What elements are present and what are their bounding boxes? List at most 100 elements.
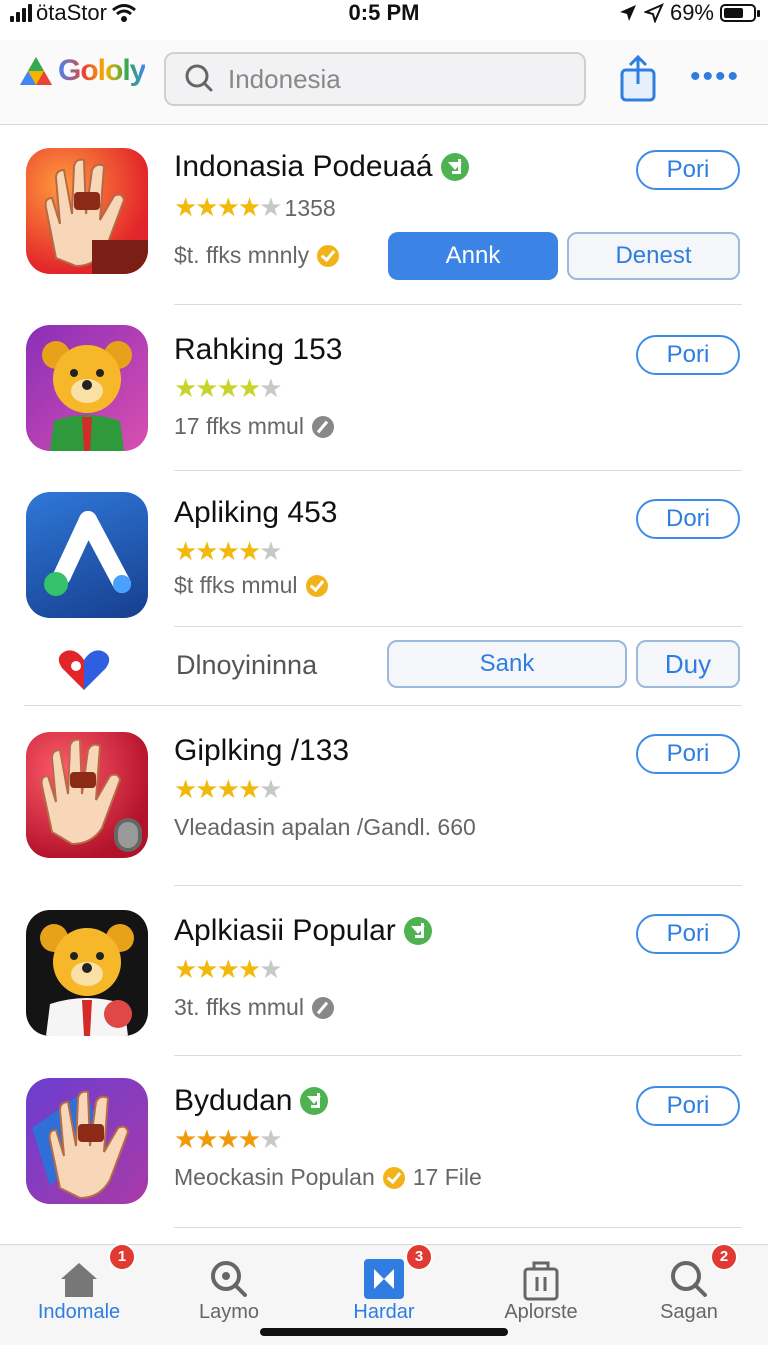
app-title-text: Indonasia Podeuaá (174, 150, 433, 183)
star-empty-icon: ★ (259, 774, 282, 804)
tab-label: Sagan (660, 1301, 718, 1323)
star-empty-icon: ★ (259, 536, 282, 566)
action-primary-button[interactable]: Annk (388, 232, 558, 280)
a-logo-icon (44, 511, 131, 596)
rating-stars: ★★★★★ 1358 (174, 192, 336, 223)
status-bar: ötaStor 0:5 PM 69% (0, 0, 768, 28)
get-button[interactable]: Pori (636, 734, 740, 774)
app-subtitle: Vleadasin apalan /Gandl. 660 (174, 814, 476, 841)
star-empty-icon: ★ (259, 954, 282, 984)
heart-icon (58, 650, 110, 690)
logo-triangle-icon (20, 57, 52, 85)
app-icon-hand-mic (26, 732, 148, 858)
sank-button[interactable]: Sank (387, 640, 627, 688)
divider (174, 885, 742, 886)
get-button[interactable]: Pori (636, 914, 740, 954)
gray-badge-icon (311, 996, 334, 1019)
more-icon[interactable]: •••• (690, 62, 746, 92)
check-badge-icon (317, 244, 340, 267)
app-subtitle: $t ffks mmul (174, 572, 328, 599)
divider (174, 304, 742, 305)
search-icon (211, 1261, 247, 1297)
star-icon: ★★★★ (174, 1124, 261, 1154)
action-secondary-button[interactable]: Denest (567, 232, 740, 280)
promo-row: Dlnoyininna Sank Duy (0, 630, 768, 706)
app-title-text: Apliking 453 (174, 496, 338, 529)
divider (174, 1227, 742, 1228)
app-subtitle: Meockasin Populan 17 File (174, 1164, 482, 1191)
app-icon-bear-dark (26, 910, 148, 1036)
tab-label: Laymo (198, 1301, 260, 1323)
header: Gololy •••• (0, 40, 768, 125)
app-logo[interactable]: Gololy (18, 54, 146, 88)
get-button[interactable]: Pori (636, 1086, 740, 1126)
star-icon: ★★★★ (174, 536, 261, 566)
app-subtitle: 17 ffks mmul (174, 413, 334, 440)
get-button[interactable]: Pori (636, 335, 740, 375)
rating-stars: ★★★★★ (174, 954, 283, 985)
app-icon-hand (26, 148, 148, 274)
share-icon[interactable] (614, 54, 662, 104)
promo-label: Dlnoyininna (176, 650, 318, 680)
tab-label: Aplorste (504, 1301, 578, 1323)
divider (174, 1055, 742, 1056)
star-empty-icon: ★ (259, 373, 282, 403)
app-title: Indonasia Podeuaá (174, 150, 469, 184)
status-right: 69% (618, 0, 760, 26)
location-icon (619, 5, 636, 21)
star-icon: ★★★★ (174, 192, 261, 222)
tab-label: Indomale (37, 1301, 121, 1323)
app-title: Aplkiasii Popular (174, 914, 432, 948)
app-subtitle-text: Meockasin Populan (174, 1164, 375, 1190)
home-icon (61, 1263, 97, 1297)
app-subtitle-text: $t. ffks mnnly (174, 242, 310, 268)
notification-badge: 2 (710, 1243, 738, 1271)
app-title-text: Bydudan (174, 1084, 293, 1117)
rating-stars: ★★★★★ (174, 536, 283, 567)
divider (24, 705, 742, 706)
tab-home[interactable]: 1 Indomale (4, 1243, 154, 1345)
buy-button[interactable]: Duy (636, 640, 740, 688)
list-item[interactable]: Bydudan ★★★★★ Meockasin Populan 17 File … (0, 1070, 768, 1230)
app-icon-a (26, 492, 148, 618)
bear-icon (40, 924, 134, 1036)
app-subtitle-text: $t ffks mmul (174, 572, 298, 598)
rating-stars: ★★★★★ (174, 1124, 283, 1155)
list-item[interactable]: Rahking 153 ★★★★★ 17 ffks mmul Pori (0, 315, 768, 480)
verified-icon (440, 153, 469, 181)
rating-count: 1358 (284, 195, 336, 221)
battery-percent: 69% (669, 0, 714, 25)
star-icon: ★★★★ (174, 373, 261, 403)
app-title-text: Aplkiasii Popular (174, 914, 396, 947)
tab-sagan[interactable]: 2 Sagan (614, 1243, 764, 1345)
check-badge-icon (382, 1166, 405, 1189)
hand-icon (32, 1090, 130, 1200)
divider (174, 470, 742, 471)
app-subtitle: 3t. ffks mmul (174, 994, 334, 1021)
list-item[interactable]: Apliking 453 ★★★★★ $t ffks mmul Dori (0, 480, 768, 630)
rating-stars: ★★★★★ (174, 373, 283, 404)
hand-icon (44, 158, 148, 274)
search-icon (185, 64, 213, 92)
app-subtitle-extra: 17 File (412, 1164, 482, 1190)
get-button[interactable]: Pori (636, 150, 740, 190)
verified-icon (403, 917, 432, 945)
verified-icon (300, 1087, 329, 1115)
battery-icon (720, 4, 760, 22)
location-outline-icon (643, 3, 664, 23)
star-empty-icon: ★ (259, 192, 282, 222)
search-icon (671, 1261, 707, 1297)
list-item[interactable]: Indonasia Podeuaá ★★★★★ 1358 $t. ffks mnn… (0, 140, 768, 305)
list-item[interactable]: Aplkiasii Popular ★★★★★ 3t. ffks mmul Po… (0, 900, 768, 1056)
get-button[interactable]: Dori (636, 499, 740, 539)
search-input[interactable] (226, 62, 570, 96)
check-badge-icon (305, 574, 328, 597)
tab-label: Hardar (353, 1301, 415, 1323)
app-subtitle-text: 17 ffks mmul (174, 413, 304, 439)
home-indicator[interactable] (260, 1328, 508, 1336)
list-item[interactable]: Giplking /133 ★★★★★ Vleadasin apalan /Ga… (0, 720, 768, 886)
star-icon: ★★★★ (174, 954, 261, 984)
battery-level (724, 8, 743, 18)
app-subtitle: $t. ffks mnnly (174, 242, 340, 269)
search-bar[interactable] (164, 52, 586, 106)
